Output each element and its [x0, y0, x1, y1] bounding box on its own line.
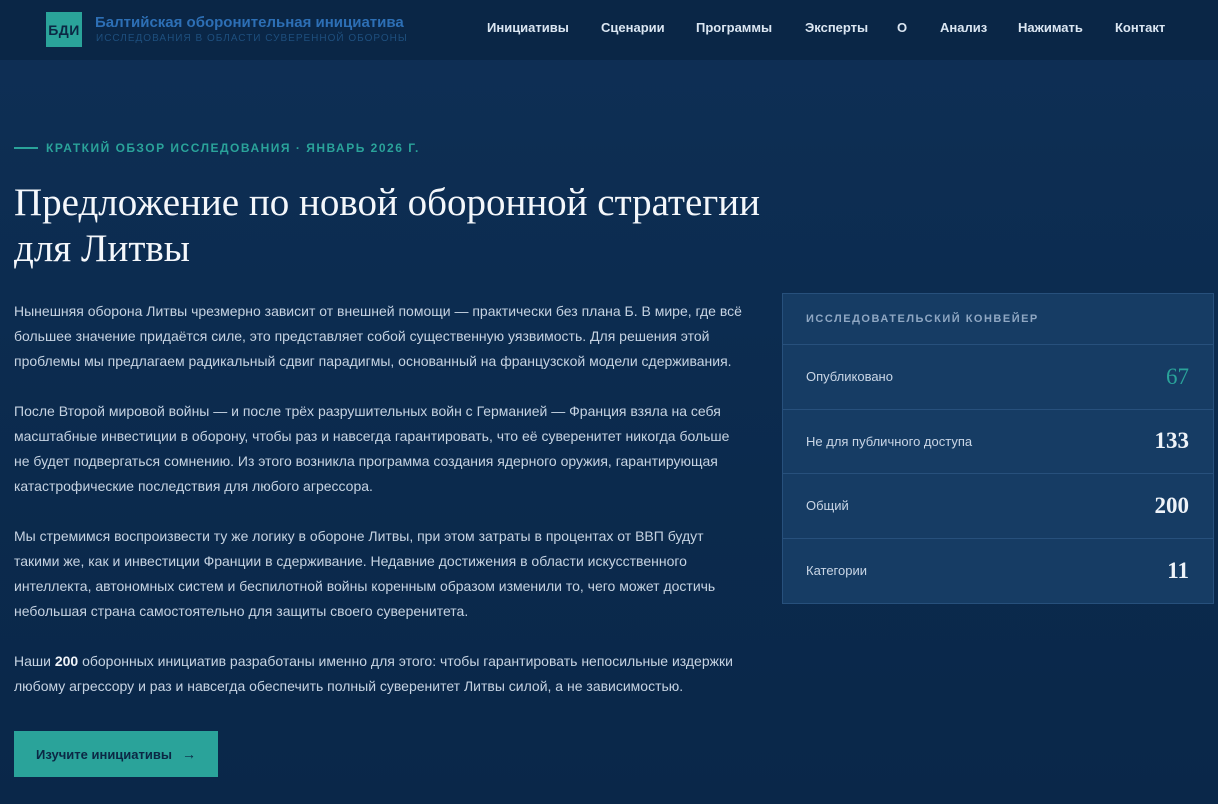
stat-label: Опубликовано	[806, 369, 893, 385]
intro-paragraph-3: Мы стремимся воспроизвести ту же логику …	[14, 528, 716, 619]
nav-item-analysis[interactable]: Анализ	[940, 20, 987, 35]
stat-row-categories: Категории 11	[783, 539, 1213, 604]
site-header: БДИ Балтийская оборонительная инициатива…	[0, 0, 1218, 60]
p4-suffix: оборонных инициатив разработаны именно д…	[14, 653, 733, 694]
nav-item-contact[interactable]: Контакт	[1115, 20, 1165, 35]
nav-item-initiatives[interactable]: Инициативы	[487, 20, 569, 35]
intro-paragraph-2: После Второй мировой войны — и после трё…	[14, 403, 730, 494]
stat-row-restricted: Не для публичного доступа 133	[783, 410, 1213, 474]
cta-label: Изучите инициативы	[36, 746, 172, 762]
stat-value: 133	[1154, 428, 1190, 454]
nav-item-press[interactable]: Нажимать	[1018, 20, 1083, 35]
intro-paragraph-1: Нынешняя оборона Литвы чрезмерно зависит…	[14, 303, 742, 369]
research-pipeline-panel: ИССЛЕДОВАТЕЛЬСКИЙ КОНВЕЙЕР Опубликовано …	[782, 293, 1214, 604]
arrow-right-icon: →	[181, 746, 196, 762]
stat-label: Общий	[806, 498, 849, 514]
stat-value: 200	[1154, 492, 1190, 518]
intro-paragraph-4: Наши 200 оборонных инициатив разработаны…	[14, 649, 744, 699]
p4-prefix: Наши	[14, 653, 55, 669]
stat-row-total: Общий 200	[783, 474, 1213, 539]
main-nav: Инициативы Сценарии Программы Эксперты О…	[0, 20, 1218, 40]
stat-label: Не для публичного доступа	[806, 433, 973, 449]
kicker-rule	[14, 147, 38, 149]
nav-item-scenarios[interactable]: Сценарии	[601, 20, 665, 35]
stat-row-published: Опубликовано 67	[783, 345, 1213, 410]
kicker-text: КРАТКИЙ ОБЗОР ИССЛЕДОВАНИЯ · ЯНВАРЬ 2026…	[46, 141, 420, 155]
stat-value: 11	[1167, 557, 1189, 583]
page-title: Предложение по новой оборонной стратегии…	[14, 181, 761, 270]
hero-kicker: КРАТКИЙ ОБЗОР ИССЛЕДОВАНИЯ · ЯНВАРЬ 2026…	[14, 141, 420, 155]
stat-value: 67	[1166, 363, 1189, 389]
nav-item-programs[interactable]: Программы	[696, 20, 772, 35]
p4-count: 200	[54, 653, 79, 669]
stat-label: Категории	[806, 563, 867, 579]
panel-heading: ИССЛЕДОВАТЕЛЬСКИЙ КОНВЕЙЕР	[783, 294, 1213, 345]
nav-item-experts[interactable]: Эксперты	[805, 20, 868, 35]
nav-item-about[interactable]: О	[897, 20, 907, 35]
explore-initiatives-button[interactable]: Изучите инициативы →	[14, 731, 218, 777]
